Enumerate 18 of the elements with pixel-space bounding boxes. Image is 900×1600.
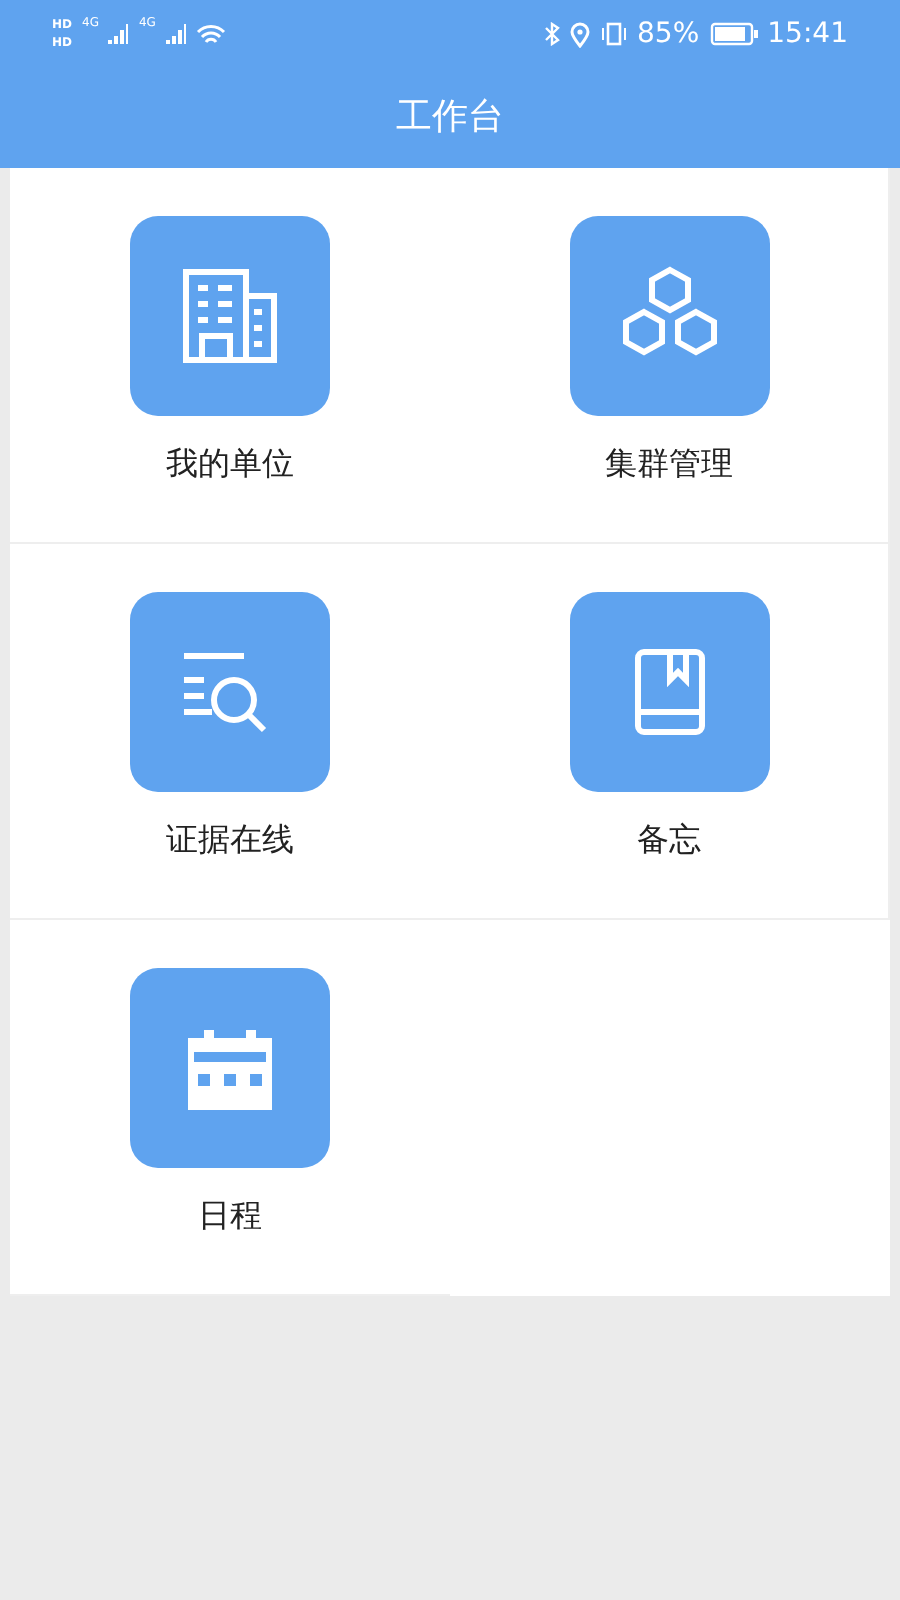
calendar-icon	[184, 1026, 276, 1110]
page-title: 工作台	[396, 96, 504, 138]
clock-time: 15:41	[767, 18, 848, 50]
app-tile[interactable]: 集群管理	[450, 168, 890, 544]
vibrate-icon	[599, 22, 628, 46]
battery-icon	[709, 22, 758, 46]
signal-icon	[108, 24, 129, 44]
app-tile[interactable]: 日程	[10, 920, 450, 1296]
bluetooth-icon	[543, 22, 560, 46]
wifi-icon	[195, 23, 226, 45]
app-tile[interactable]: 我的单位	[10, 168, 450, 544]
app-tile[interactable]: 证据在线	[10, 544, 450, 920]
location-icon	[569, 21, 590, 47]
app-tile[interactable]: 备忘	[450, 544, 890, 920]
building-icon	[178, 264, 282, 368]
battery-percent: 85%	[637, 18, 700, 50]
signal-icon	[165, 24, 186, 44]
book-icon	[633, 648, 705, 736]
